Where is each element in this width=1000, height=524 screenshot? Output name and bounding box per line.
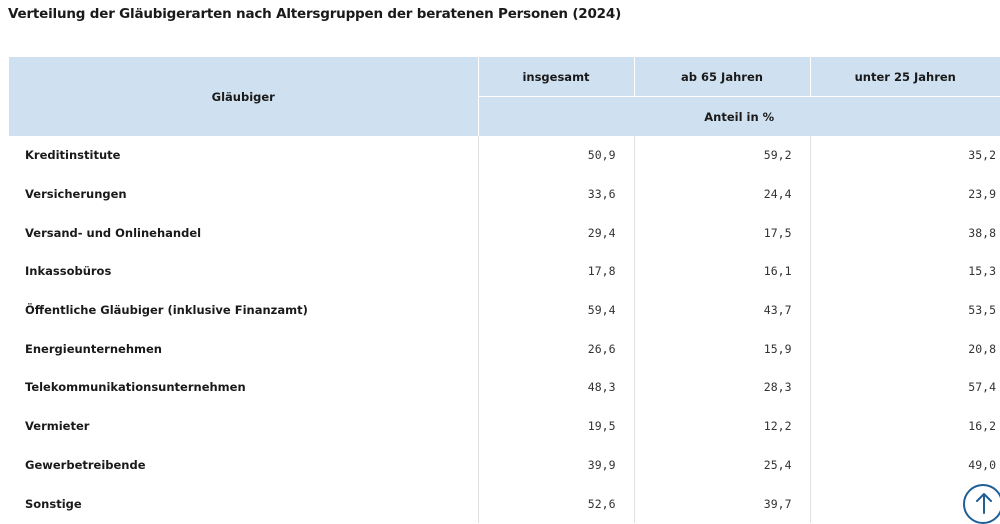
header-ab-65: ab 65 Jahren <box>633 57 810 97</box>
table-row: Gewerbetreibende 39,9 25,4 49,0 <box>9 445 1000 485</box>
table-body: Kreditinstitute 50,9 59,2 35,2 Versicherunge… <box>9 136 1000 523</box>
cell-value: 23,9 <box>809 174 1000 214</box>
cell-value: 48,3 <box>477 368 634 407</box>
cell-value: 26,6 <box>477 329 634 369</box>
table-row: Sonstige 52,6 39,7 <box>9 484 1000 523</box>
cell-value: 57,4 <box>809 368 1000 407</box>
row-label: Sonstige <box>25 496 82 511</box>
cell-value: 59,4 <box>477 290 634 330</box>
cell-value: 16,1 <box>633 252 810 291</box>
scroll-to-top-button[interactable] <box>963 484 1000 524</box>
cell-value: 24,4 <box>633 174 810 214</box>
cell-value: 17,5 <box>633 213 810 253</box>
row-label: Energieunternehmen <box>25 341 162 356</box>
row-label: Telekommunikationsunternehmen <box>25 380 246 395</box>
arrow-up-icon <box>976 493 992 514</box>
header-unit: Anteil in % <box>477 96 1000 136</box>
row-label: Versand- und Onlinehandel <box>25 225 202 240</box>
table-row: Versicherungen 33,6 24,4 23,9 <box>9 174 1000 214</box>
header-unter-25: unter 25 Jahren <box>809 57 1000 97</box>
cell-value: 35,2 <box>809 136 1000 175</box>
header-glaeubiger: Gläubiger <box>9 57 479 136</box>
table-row: Versand- und Onlinehandel 29,4 17,5 38,8 <box>9 213 1000 253</box>
row-label: Öffentliche Gläubiger (inklusive Finanza… <box>25 303 308 318</box>
page-title: Verteilung der Gläubigerarten nach Alter… <box>8 6 622 22</box>
cell-value: 29,4 <box>477 213 634 253</box>
cell-value: 49,0 <box>809 445 1000 485</box>
cell-value: 33,6 <box>477 174 634 214</box>
cell-value: 39,7 <box>633 484 810 523</box>
table-row: Öffentliche Gläubiger (inklusive Finanza… <box>9 290 1000 330</box>
table-row: Vermieter 19,5 12,2 16,2 <box>9 406 1000 446</box>
cell-value: 52,6 <box>477 484 634 523</box>
table-row: Energieunternehmen 26,6 15,9 20,8 <box>9 329 1000 369</box>
cell-value: 12,2 <box>633 406 810 446</box>
data-table-container: Gläubiger insgesamt ab 65 Jahren unter 2… <box>9 57 1000 523</box>
row-label: Kreditinstitute <box>25 148 121 163</box>
cell-value: 38,8 <box>809 213 1000 253</box>
cell-value: 50,9 <box>477 136 634 175</box>
cell-value: 53,5 <box>809 290 1000 330</box>
cell-value: 28,3 <box>633 368 810 407</box>
cell-value: 20,8 <box>809 329 1000 369</box>
table-row: Kreditinstitute 50,9 59,2 35,2 <box>9 136 1000 175</box>
table-row: Inkassobüros 17,8 16,1 15,3 <box>9 252 1000 291</box>
cell-value: 59,2 <box>633 136 810 175</box>
cell-value: 25,4 <box>633 445 810 485</box>
table-row: Telekommunikationsunternehmen 48,3 28,3 57,… <box>9 368 1000 407</box>
data-table: Gläubiger insgesamt ab 65 Jahren unter 2… <box>9 57 1000 523</box>
row-label: Vermieter <box>25 419 90 434</box>
row-label: Inkassobüros <box>25 264 112 279</box>
cell-value: 16,2 <box>809 406 1000 446</box>
cell-value: 43,7 <box>633 290 810 330</box>
row-label: Gewerbetreibende <box>25 457 146 472</box>
cell-value: 39,9 <box>477 445 634 485</box>
row-label: Versicherungen <box>25 187 127 202</box>
cell-value: 15,3 <box>809 252 1000 291</box>
cell-value: 17,8 <box>477 252 634 291</box>
cell-value: 19,5 <box>477 406 634 446</box>
header-insgesamt: insgesamt <box>477 57 634 97</box>
cell-value: 15,9 <box>633 329 810 369</box>
